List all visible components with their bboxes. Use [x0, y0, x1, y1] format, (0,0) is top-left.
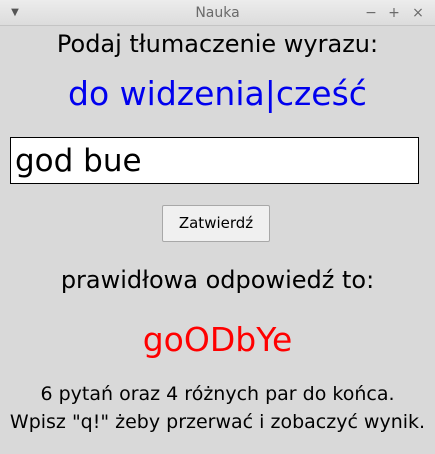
maximize-icon[interactable]: + [386, 4, 402, 22]
answer-input[interactable] [10, 137, 419, 184]
correct-answer-label: prawidłowa odpowiedź to: [60, 266, 375, 294]
quit-instruction: Wpisz "q!" żeby przerwać i zobaczyć wyni… [9, 411, 426, 433]
correct-answer-value: goODbYe [142, 320, 293, 359]
submit-button[interactable]: Zatwierdź [162, 205, 270, 242]
app-window: ▼ Nauka − + × Podaj tłumaczenie wyrazu: … [0, 0, 435, 454]
remaining-questions-status: 6 pytań oraz 4 różnych par do końca. [40, 383, 395, 405]
title-bar[interactable]: ▼ Nauka − + × [0, 0, 435, 26]
close-icon[interactable]: × [410, 4, 426, 22]
minimize-icon[interactable]: − [363, 4, 379, 22]
translation-prompt: Podaj tłumaczenie wyrazu: [56, 30, 379, 58]
word-to-translate: do widzenia|cześć [68, 74, 367, 113]
